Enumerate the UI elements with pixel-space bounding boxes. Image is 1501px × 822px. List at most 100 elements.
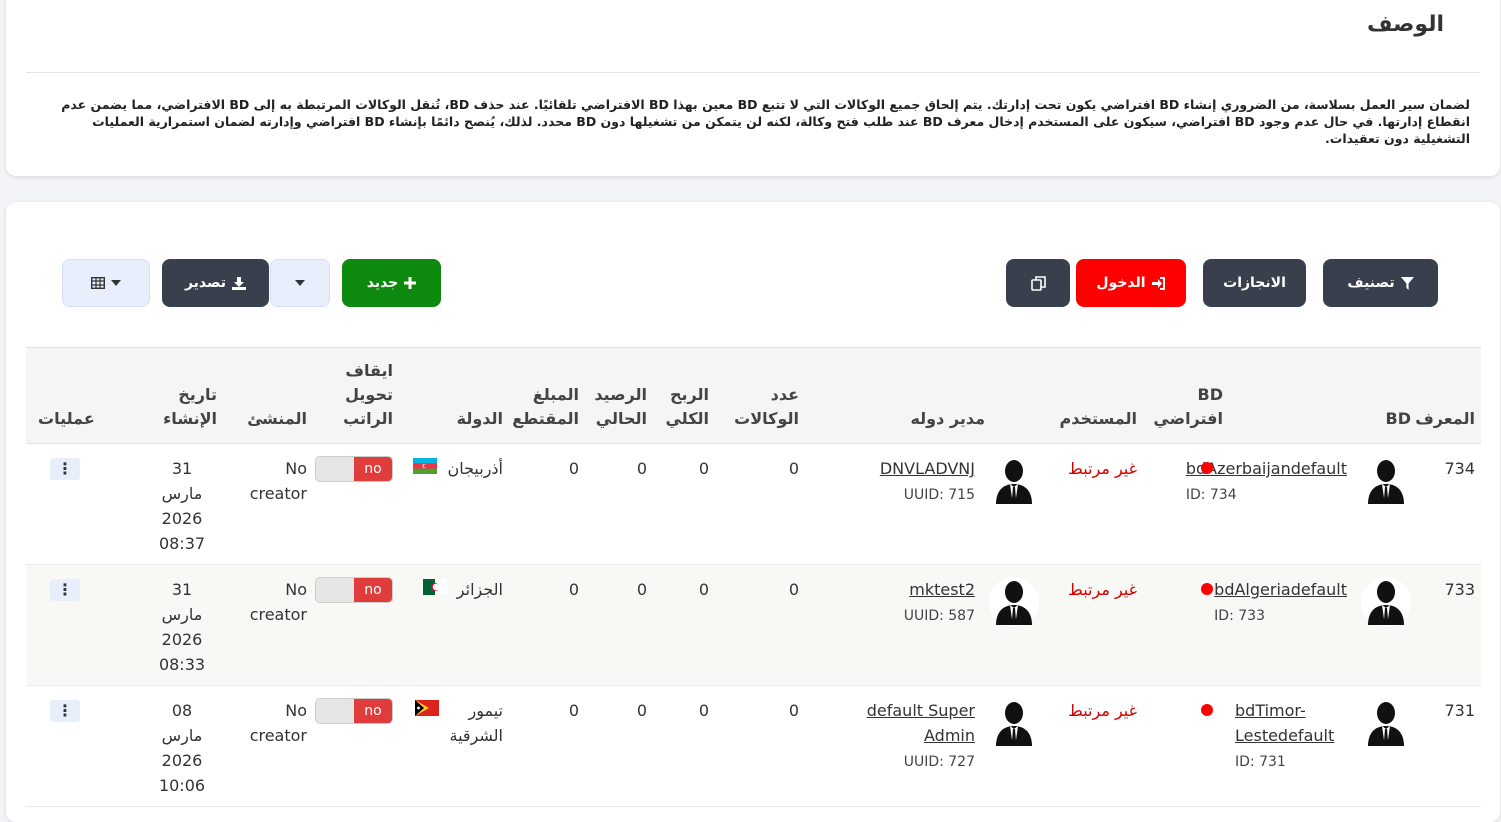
creator: No creator (223, 685, 313, 807)
deducted: 0 (509, 685, 585, 807)
status-dot (1201, 583, 1213, 595)
table-row: 733 bdAlgeriadefault ID: 733 غير مرتبط m… (26, 564, 1481, 686)
stop-salary-toggle[interactable]: no (315, 456, 393, 482)
header-total-profit[interactable]: الربح الكلي (653, 347, 715, 444)
export-button[interactable]: تصدير (162, 259, 269, 307)
date-time: 08:37 (158, 534, 206, 553)
total-profit: 0 (653, 443, 715, 565)
date-time: 10:06 (158, 776, 206, 795)
agency-count: 0 (715, 685, 805, 807)
header-bd[interactable]: BD (1229, 347, 1417, 444)
country-name: تيمور الشرقية (449, 701, 503, 745)
default-bd-cell (1143, 685, 1229, 807)
deducted: 0 (509, 564, 585, 686)
header-stop-salary[interactable]: ايقاف تحويل الراتب (313, 347, 399, 444)
actions-cell: ⋮ (26, 685, 141, 807)
balance: 0 (585, 443, 653, 565)
date-year: 2026 (161, 509, 203, 528)
agency-count: 0 (715, 443, 805, 565)
actions-cell: ⋮ (26, 443, 141, 565)
manager-cell: default Super Admin UUID: 727 (805, 685, 1045, 807)
stop-salary-cell: no (313, 564, 399, 686)
bd-id: ID: 731 (1235, 754, 1286, 770)
user-silhouette-icon (1368, 460, 1404, 504)
avatar (989, 698, 1039, 748)
created-at-cell: 08 مارس 2026 10:06 (141, 685, 223, 807)
columns-toggle-button[interactable] (62, 259, 150, 307)
login-button[interactable]: الدخول (1076, 259, 1186, 307)
header-balance[interactable]: الرصيد الحالي (585, 347, 653, 444)
kebab-menu-icon[interactable]: ⋮ (50, 578, 80, 601)
header-manager[interactable]: مدير دوله (805, 347, 1045, 444)
header-country[interactable]: الدولة (399, 347, 509, 444)
achievements-button[interactable]: الانجازات (1203, 259, 1306, 307)
user-silhouette-icon (1368, 581, 1404, 625)
creator: No creator (223, 443, 313, 565)
description-text: لضمان سير العمل بسلاسة، من الضروري إنشاء… (61, 97, 1470, 146)
row-id: 731 (1417, 685, 1481, 807)
export-button-label: تصدير (184, 275, 227, 291)
stop-salary-cell: no (313, 685, 399, 807)
kebab-menu-icon[interactable]: ⋮ (50, 457, 80, 480)
filter-button[interactable]: تصنيف (1323, 259, 1438, 307)
manager-uuid: UUID: 587 (903, 608, 975, 624)
date-day: 31 (171, 459, 193, 478)
row-id: 734 (1417, 443, 1481, 565)
total-profit: 0 (653, 685, 715, 807)
header-created-at[interactable]: تاريخ الإنشاء (141, 347, 223, 444)
avatar (1361, 698, 1411, 748)
caret-down-icon (295, 280, 305, 286)
header-creator[interactable]: المنشئ (223, 347, 313, 444)
sign-in-icon (1151, 276, 1165, 290)
filter-button-label: تصنيف (1347, 275, 1395, 291)
kebab-menu-icon[interactable]: ⋮ (50, 699, 80, 722)
agency-count: 0 (715, 564, 805, 686)
balance: 0 (585, 685, 653, 807)
manager-name-link[interactable]: DNVLADVNJ (880, 459, 975, 478)
toggle-track (316, 578, 354, 602)
copy-button[interactable] (1006, 259, 1070, 307)
date-time: 08:33 (158, 655, 206, 674)
manager-name-link[interactable]: mktest2 (909, 580, 975, 599)
new-button[interactable]: جديد (342, 259, 441, 307)
user-status: غير مرتبط (1068, 701, 1137, 720)
header-default-bd[interactable]: BD افتراضي (1143, 347, 1229, 444)
table-row: 734 bdAzerbaijandefault ID: 734 غير مرتب… (26, 443, 1481, 565)
new-dropdown-toggle[interactable] (270, 259, 330, 307)
bd-table-card: تصنيف الانجازات الدخول جديد تصدير المعرف… (6, 202, 1500, 822)
status-dot (1201, 704, 1213, 716)
header-user[interactable]: المستخدم (1045, 347, 1143, 444)
copy-icon (1030, 275, 1046, 291)
header-deducted[interactable]: المبلغ المقتطع (509, 347, 585, 444)
manager-cell: mktest2 UUID: 587 (805, 564, 1045, 686)
stop-salary-cell: no (313, 443, 399, 565)
algeria-flag (422, 577, 447, 595)
stop-salary-toggle[interactable]: no (315, 577, 393, 603)
toggle-label: no (354, 457, 392, 481)
header-agency-count[interactable]: عدد الوكالات (715, 347, 805, 444)
table-row: 731 bdTimor-Lestedefault ID: 731 غير مرت… (26, 685, 1481, 807)
azerbaijan-flag (413, 456, 438, 474)
status-dot (1201, 462, 1213, 474)
user-silhouette-icon (996, 460, 1032, 504)
user-cell: غير مرتبط (1045, 443, 1143, 565)
creator: No creator (223, 564, 313, 686)
bd-name-link[interactable]: bdTimor-Lestedefault (1235, 701, 1334, 745)
stop-salary-toggle[interactable]: no (315, 698, 393, 724)
bd-name-link[interactable]: bdAlgeriadefault (1214, 580, 1347, 599)
divider (26, 72, 1480, 73)
deducted: 0 (509, 443, 585, 565)
avatar (1361, 577, 1411, 627)
login-button-label: الدخول (1096, 275, 1146, 291)
date-day: 31 (171, 580, 193, 599)
manager-name-link[interactable]: default Super Admin (867, 701, 975, 745)
user-silhouette-icon (996, 581, 1032, 625)
date-year: 2026 (161, 751, 203, 770)
user-status: غير مرتبط (1068, 459, 1137, 478)
created-at-cell: 31 مارس 2026 08:33 (141, 564, 223, 686)
date-year: 2026 (161, 630, 203, 649)
actions-cell: ⋮ (26, 564, 141, 686)
plus-icon (404, 277, 417, 289)
header-id[interactable]: المعرف (1415, 347, 1481, 444)
country-cell: الجزائر (399, 564, 509, 686)
